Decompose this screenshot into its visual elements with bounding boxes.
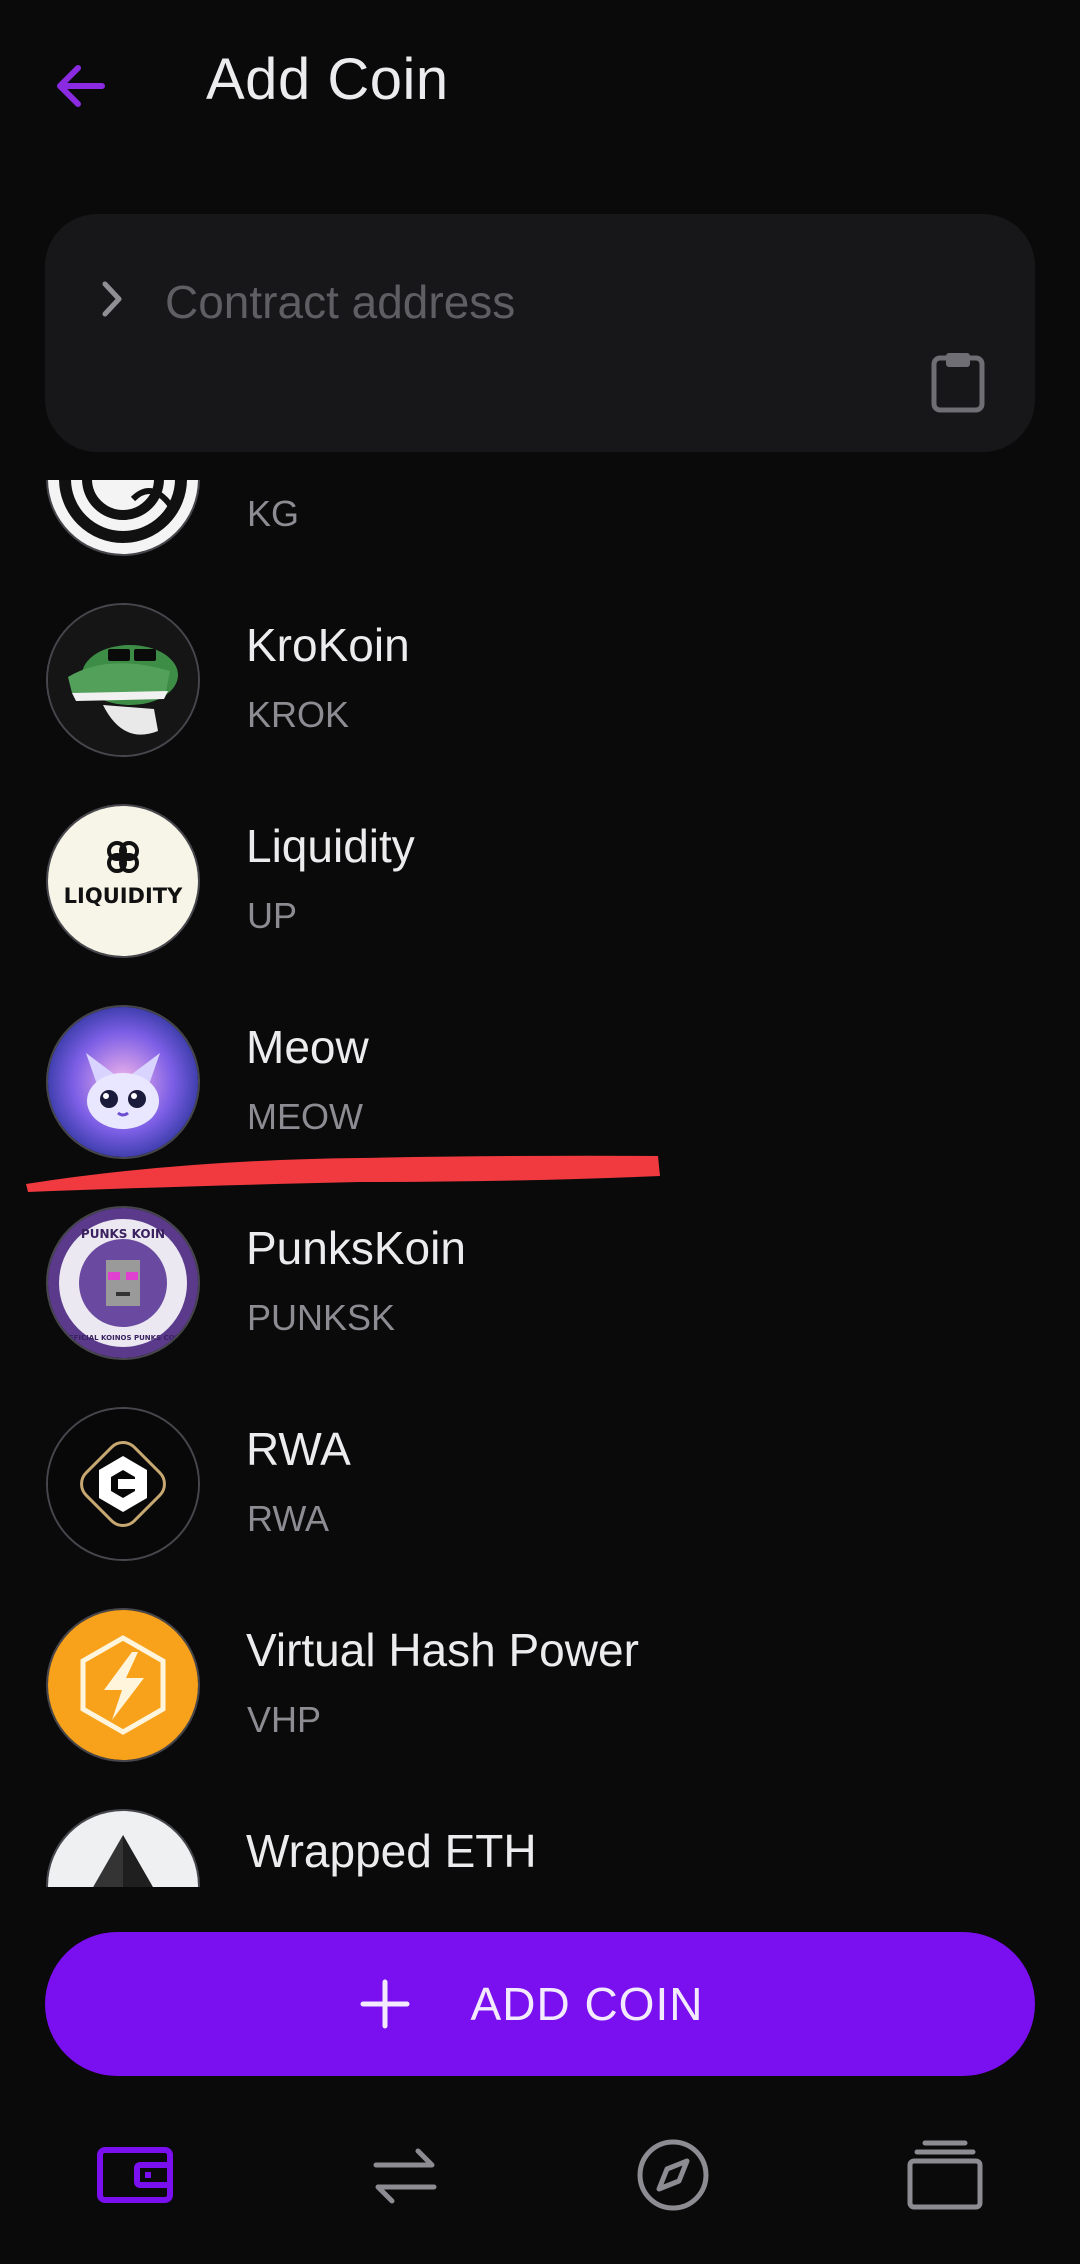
liquidity-logo-icon: LIQUIDITY <box>46 804 200 958</box>
kg-coin-icon <box>46 480 200 556</box>
coin-name: Virtual Hash Power <box>246 1624 639 1676</box>
page-title: Add Coin <box>206 47 449 112</box>
explore-compass-icon <box>637 2139 709 2211</box>
arrow-left-icon <box>57 65 105 107</box>
coin-symbol: KG <box>247 493 300 534</box>
nav-explore[interactable] <box>613 2120 733 2230</box>
coin-symbol: PUNKSK <box>247 1297 396 1338</box>
coin-row-meow[interactable]: Meow MEOW <box>0 1005 1080 1206</box>
chevron-right-icon <box>102 281 122 317</box>
coin-name: Wrapped ETH <box>246 1825 537 1877</box>
svg-text:LIQUIDITY: LIQUIDITY <box>64 884 183 908</box>
eth-diamond-icon <box>46 1809 200 1887</box>
swap-icon <box>373 2148 437 2204</box>
vhp-lightning-icon <box>46 1608 200 1762</box>
coin-symbol: UP <box>247 895 298 936</box>
krokoin-crocodile-icon <box>46 603 200 757</box>
svg-text:PUNKS KOIN: PUNKS KOIN <box>81 1227 165 1241</box>
coin-symbol: KROK <box>247 694 350 735</box>
coin-list[interactable]: KG KroKoin KROK LIQUIDITY Liquidity UP M… <box>0 480 1080 1887</box>
meow-cat-icon <box>46 1005 200 1159</box>
nav-stack[interactable] <box>885 2120 1005 2230</box>
back-button[interactable] <box>40 46 120 126</box>
coin-symbol: VHP <box>247 1699 322 1740</box>
stack-icon <box>907 2140 983 2210</box>
bottom-nav <box>0 2120 1080 2264</box>
coin-row-vhp[interactable]: Virtual Hash Power VHP <box>0 1608 1080 1809</box>
coin-name: KroKoin <box>246 619 410 671</box>
coin-row-kg[interactable]: KG <box>0 480 1080 603</box>
clipboard-icon <box>931 353 985 413</box>
nav-swap[interactable] <box>345 2120 465 2230</box>
plus-icon <box>360 1979 410 2029</box>
coin-name: RWA <box>246 1423 351 1475</box>
add-coin-button[interactable]: ADD COIN <box>45 1932 1035 2076</box>
coin-row-liquidity[interactable]: LIQUIDITY Liquidity UP <box>0 804 1080 1005</box>
wallet-icon <box>97 2147 173 2203</box>
svg-text:OFFICIAL KOINOS PUNKS COIN: OFFICIAL KOINOS PUNKS COIN <box>63 1334 183 1342</box>
add-coin-label: ADD COIN <box>470 1978 704 2030</box>
contract-address-field[interactable] <box>45 214 1035 452</box>
coin-row-krokoin[interactable]: KroKoin KROK <box>0 603 1080 804</box>
coin-row-wrapped-eth[interactable]: Wrapped ETH <box>0 1809 1080 1887</box>
rwa-hexagon-icon <box>46 1407 200 1561</box>
coin-name: Liquidity <box>246 820 415 872</box>
app-header: Add Coin <box>0 0 1080 170</box>
paste-button[interactable] <box>920 344 996 420</box>
coin-row-punkskoin[interactable]: PUNKS KOIN OFFICIAL KOINOS PUNKS COIN Pu… <box>0 1206 1080 1407</box>
punkskoin-badge-icon: PUNKS KOIN OFFICIAL KOINOS PUNKS COIN <box>46 1206 200 1360</box>
contract-address-input[interactable] <box>165 272 925 332</box>
coin-row-rwa[interactable]: RWA RWA <box>0 1407 1080 1608</box>
coin-name: PunksKoin <box>246 1222 466 1274</box>
coin-symbol: MEOW <box>247 1096 363 1137</box>
coin-name: Meow <box>246 1021 369 1073</box>
nav-wallet[interactable] <box>75 2120 195 2230</box>
coin-symbol: RWA <box>247 1498 330 1539</box>
